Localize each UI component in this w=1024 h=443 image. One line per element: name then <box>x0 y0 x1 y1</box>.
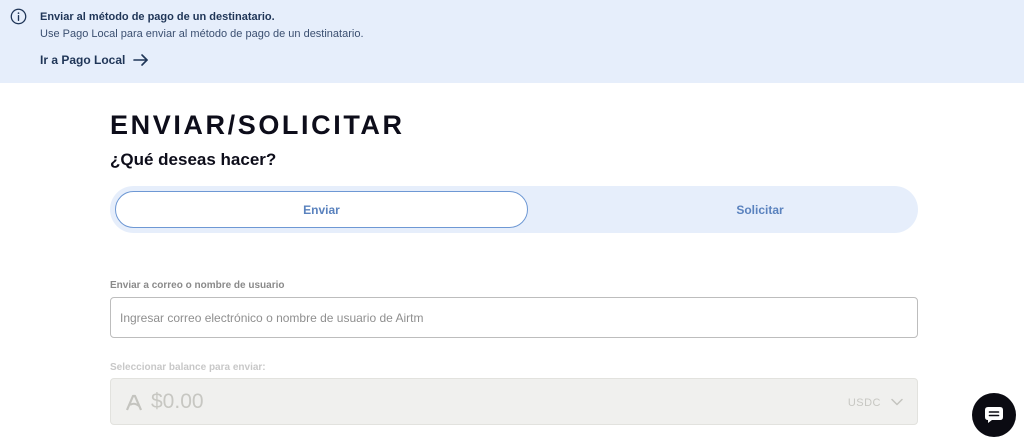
page-title: ENVIAR/SOLICITAR <box>110 110 405 140</box>
request-tab[interactable]: Solicitar <box>610 191 910 228</box>
balance-select[interactable]: $0.00 USDC <box>110 378 918 425</box>
airtm-logo-icon <box>125 394 143 411</box>
info-icon <box>10 8 27 25</box>
local-payment-link-label: Ir a Pago Local <box>40 53 126 67</box>
recipient-input[interactable] <box>110 297 918 338</box>
page-subtitle: ¿Qué deseas hacer? <box>110 150 277 169</box>
send-request-toggle: Enviar Solicitar <box>110 186 918 233</box>
send-tab[interactable]: Enviar <box>115 191 528 228</box>
info-banner: Enviar al método de pago de un destinata… <box>0 0 1024 83</box>
balance-label: Seleccionar balance para enviar: <box>110 362 266 373</box>
recipient-label: Enviar a correo o nombre de usuario <box>110 280 285 291</box>
chevron-down-icon <box>891 398 903 406</box>
banner-title: Enviar al método de pago de un destinata… <box>40 11 275 23</box>
banner-text: Use Pago Local para enviar al método de … <box>40 28 364 40</box>
arrow-right-icon <box>133 54 149 66</box>
local-payment-link[interactable]: Ir a Pago Local <box>40 53 149 67</box>
balance-amount: $0.00 <box>151 390 204 413</box>
balance-currency: USDC <box>847 397 881 409</box>
chat-icon <box>985 407 1003 423</box>
chat-button[interactable] <box>972 393 1016 437</box>
